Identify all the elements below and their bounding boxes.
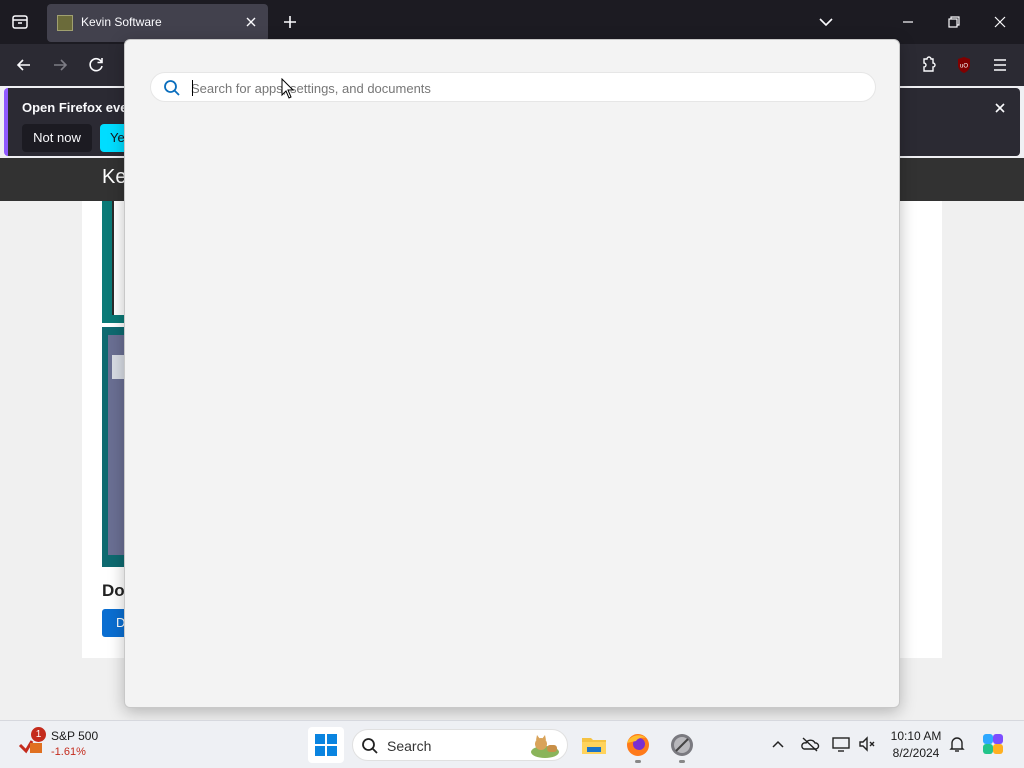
download-button[interactable]: D (102, 609, 126, 637)
close-icon[interactable] (992, 100, 1008, 116)
running-indicator (679, 760, 685, 763)
start-search-flyout (124, 39, 900, 708)
reload-icon[interactable] (84, 53, 108, 77)
clock-date[interactable]: 8/2/2024 (888, 746, 944, 760)
extensions-icon[interactable] (916, 53, 940, 77)
running-indicator (635, 760, 641, 763)
svg-text:uO: uO (960, 64, 968, 70)
forward-icon[interactable] (48, 53, 72, 77)
new-tab-icon[interactable] (280, 12, 300, 32)
screenshot-image (102, 201, 126, 323)
chevron-down-icon[interactable] (816, 12, 836, 32)
tab-list-icon[interactable] (8, 10, 32, 34)
mouse-pointer-icon (281, 77, 295, 100)
minimize-icon[interactable] (896, 10, 920, 34)
app-icon[interactable] (666, 729, 698, 763)
close-tab-icon[interactable] (242, 13, 260, 31)
not-now-button[interactable]: Not now (22, 124, 92, 152)
taskbar-search-label: Search (387, 738, 432, 754)
site-title: Ke (102, 166, 124, 188)
chevron-up-icon[interactable] (767, 733, 789, 755)
search-highlight-icon (523, 732, 563, 760)
notification-badge: 1 (31, 727, 46, 742)
windows-start-icon[interactable] (308, 727, 344, 763)
search-icon (163, 79, 181, 97)
hamburger-menu-icon[interactable] (988, 53, 1012, 77)
browser-tabstrip: Kevin Software (0, 0, 1024, 44)
taskbar: 1 S&P 500 -1.61% Search 10:10 AM 8/2/202… (0, 720, 1024, 768)
firefox-icon[interactable] (622, 729, 654, 763)
ublock-icon[interactable]: uO (952, 53, 976, 77)
notification-message: Open Firefox ever (22, 100, 133, 115)
screenshot-image (102, 327, 126, 567)
file-explorer-icon[interactable] (578, 729, 610, 761)
text-caret (192, 80, 193, 96)
onedrive-icon[interactable] (799, 733, 821, 755)
tab-kevin-software[interactable]: Kevin Software (47, 4, 268, 42)
restore-icon[interactable] (942, 10, 966, 34)
bell-icon[interactable] (946, 733, 968, 755)
site-favicon-icon (57, 15, 73, 31)
back-icon[interactable] (12, 53, 36, 77)
stock-change: -1.61% (51, 746, 86, 758)
search-box[interactable] (150, 72, 876, 102)
download-heading: Do (102, 581, 124, 600)
stock-name[interactable]: S&P 500 (51, 729, 98, 743)
clock-time[interactable]: 10:10 AM (888, 729, 944, 743)
taskbar-search[interactable]: Search (352, 729, 568, 761)
copilot-icon[interactable] (980, 731, 1006, 757)
window-close-icon[interactable] (988, 10, 1012, 34)
volume-muted-icon[interactable] (856, 733, 878, 755)
search-icon (361, 737, 379, 755)
display-icon[interactable] (830, 733, 852, 755)
tab-title: Kevin Software (81, 15, 162, 29)
